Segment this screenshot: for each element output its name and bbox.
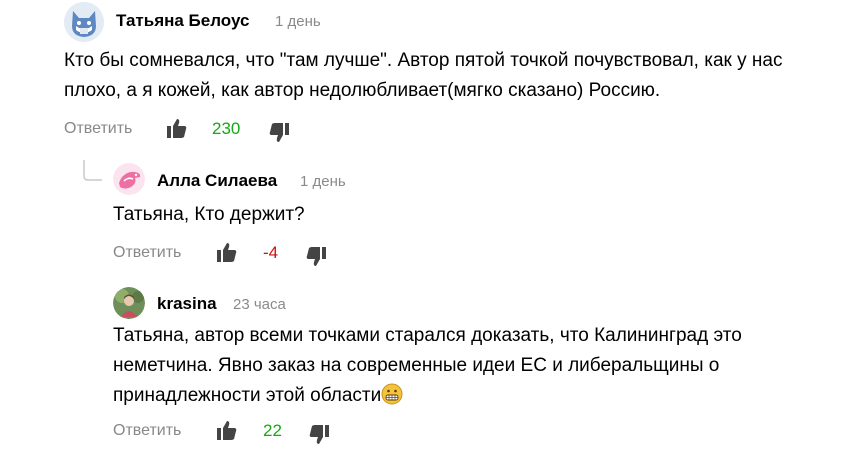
comment-text: Татьяна, автор всеми точками старался до… [113, 321, 763, 415]
comment-actions: Ответить 230 [64, 115, 364, 145]
thumbs-up-icon[interactable] [216, 241, 238, 263]
comment-1: Татьяна Белоус 1 день Кто бы сомневался,… [0, 0, 849, 150]
comment-text: Кто бы сомневался, что "там лучше". Авто… [64, 50, 783, 101]
comment-time: 1 день [300, 173, 346, 190]
thumbs-up-icon[interactable] [166, 117, 188, 139]
reply-button[interactable]: Ответить [64, 120, 132, 138]
thumbs-down-icon[interactable] [308, 424, 330, 446]
cat-avatar-icon[interactable] [64, 2, 104, 42]
bird-avatar-icon[interactable] [113, 163, 145, 195]
thumbs-down-icon[interactable] [305, 246, 327, 268]
grimacing-face-emoji [381, 383, 403, 415]
comment-actions: Ответить 22 [113, 417, 413, 447]
comment-time: 23 часа [233, 296, 286, 313]
comment-author[interactable]: Татьяна Белоус [116, 11, 249, 31]
comment-actions: Ответить -4 [113, 239, 413, 269]
comment-3: krasina 23 часа Татьяна, автор всеми точ… [0, 275, 849, 463]
vote-score: 230 [212, 119, 241, 138]
comment-text-body: Татьяна, автор всеми точками старался до… [113, 325, 742, 406]
comment-author[interactable]: Алла Силаева [157, 171, 277, 191]
vote-score: 22 [263, 421, 282, 440]
vote-score: -4 [263, 243, 279, 262]
photo-avatar-icon[interactable] [113, 287, 145, 319]
comment-author[interactable]: krasina [157, 294, 217, 314]
comment-2: Алла Силаева 1 день Татьяна, Кто держит?… [0, 150, 849, 275]
reply-button[interactable]: Ответить [113, 244, 181, 262]
reply-button[interactable]: Ответить [113, 422, 181, 440]
comment-text: Татьяна, Кто держит? [113, 204, 305, 225]
thumbs-up-icon[interactable] [216, 419, 238, 441]
thumbs-down-icon[interactable] [268, 122, 290, 144]
comment-time: 1 день [275, 13, 321, 30]
